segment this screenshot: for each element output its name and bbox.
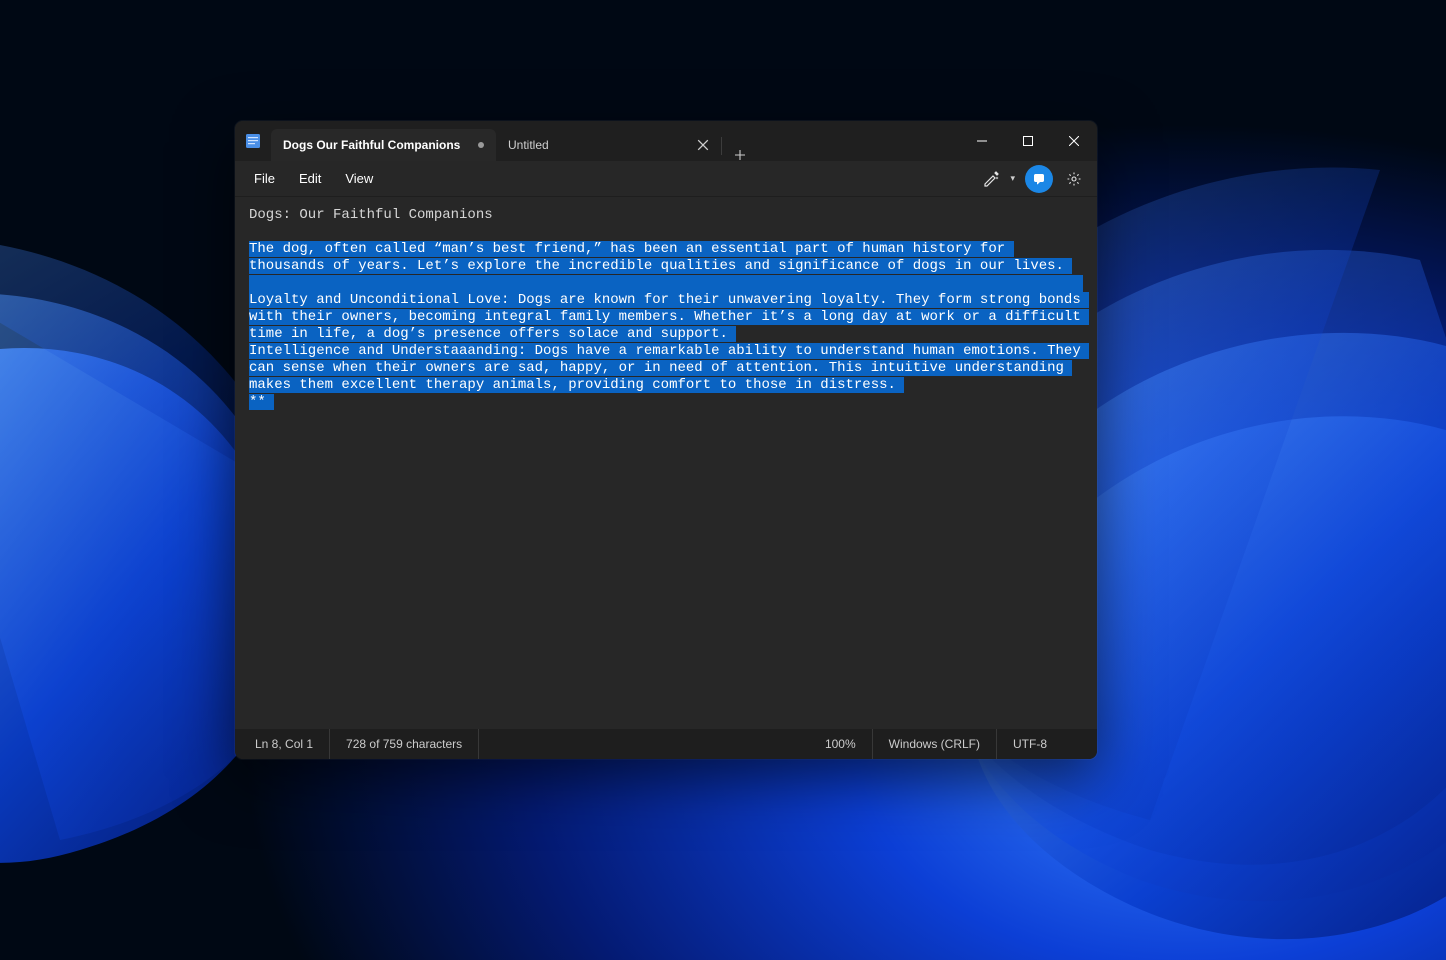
menu-edit[interactable]: Edit <box>288 167 332 190</box>
tab-document-1[interactable]: Dogs Our Faithful Companions <box>271 129 496 161</box>
status-encoding[interactable]: UTF-8 <box>997 729 1097 759</box>
tab-strip: Dogs Our Faithful Companions Untitled <box>271 121 758 161</box>
tab-title: Dogs Our Faithful Companions <box>283 138 470 152</box>
chevron-down-icon[interactable]: ▾ <box>1010 173 1015 184</box>
tab-title: Untitled <box>508 138 689 152</box>
text-editor[interactable]: Dogs: Our Faithful Companions The dog, o… <box>235 197 1097 729</box>
notepad-window: Dogs Our Faithful Companions Untitled <box>235 121 1097 759</box>
titlebar[interactable]: Dogs Our Faithful Companions Untitled <box>235 121 1097 161</box>
window-controls <box>959 121 1097 161</box>
rewrite-ai-button[interactable] <box>976 164 1006 194</box>
status-character-count[interactable]: 728 of 759 characters <box>330 729 479 759</box>
new-tab-button[interactable] <box>722 149 758 161</box>
copilot-button[interactable] <box>1025 165 1053 193</box>
editor-unselected-text: Dogs: Our Faithful Companions <box>249 207 493 223</box>
menu-view[interactable]: View <box>334 167 384 190</box>
maximize-button[interactable] <box>1005 121 1051 161</box>
close-window-button[interactable] <box>1051 121 1097 161</box>
statusbar: Ln 8, Col 1 728 of 759 characters 100% W… <box>235 729 1097 759</box>
status-zoom[interactable]: 100% <box>809 729 873 759</box>
modified-indicator-icon <box>478 142 484 148</box>
minimize-button[interactable] <box>959 121 1005 161</box>
close-tab-icon[interactable] <box>697 139 709 151</box>
tab-document-2[interactable]: Untitled <box>496 129 721 161</box>
status-line-ending[interactable]: Windows (CRLF) <box>873 729 997 759</box>
menu-file[interactable]: File <box>243 167 286 190</box>
status-spacer <box>479 729 809 759</box>
notepad-app-icon <box>235 121 271 161</box>
settings-button[interactable] <box>1059 164 1089 194</box>
menubar: File Edit View ▾ <box>235 161 1097 197</box>
status-cursor-position[interactable]: Ln 8, Col 1 <box>235 729 330 759</box>
